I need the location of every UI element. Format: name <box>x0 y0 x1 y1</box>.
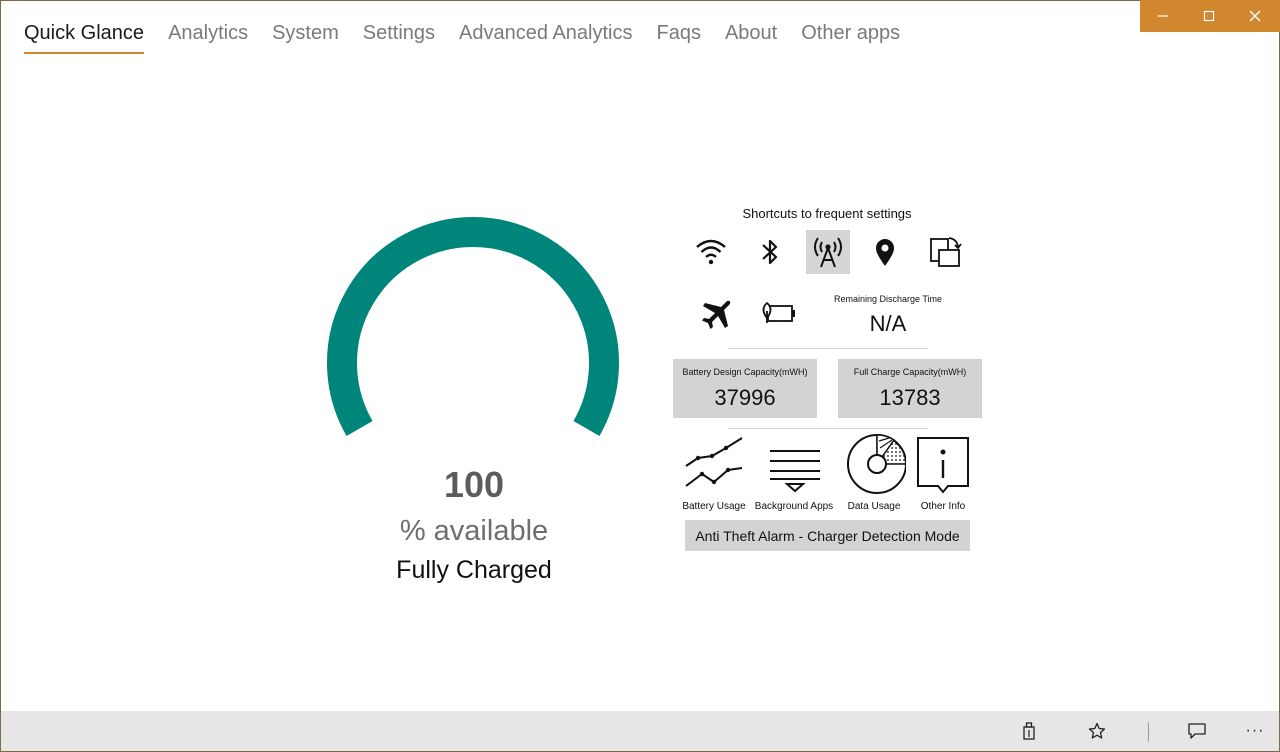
divider <box>728 428 928 429</box>
line-graph-icon <box>685 437 743 487</box>
battery-gauge-arc <box>327 217 619 436</box>
minimize-icon[interactable] <box>1140 0 1186 32</box>
feedback-icon[interactable] <box>1177 711 1217 751</box>
background-apps-label: Background Apps <box>754 501 834 512</box>
shortcuts-title: Shortcuts to frequent settings <box>742 206 912 221</box>
full-charge-capacity-label: Full Charge Capacity(mWH) <box>853 367 967 377</box>
info-icon <box>917 437 969 494</box>
list-icon <box>770 450 820 493</box>
battery-saver-icon[interactable] <box>755 292 799 336</box>
tab-advanced-analytics[interactable]: Advanced Analytics <box>459 22 632 54</box>
maximize-icon[interactable] <box>1186 0 1232 32</box>
rotation-lock-icon[interactable] <box>923 230 967 274</box>
favorite-star-icon[interactable] <box>1077 711 1117 751</box>
window-frame <box>0 0 1280 752</box>
app-bar-separator <box>1148 722 1149 742</box>
tab-settings[interactable]: Settings <box>363 22 435 54</box>
battery-percent-label: % available <box>399 515 549 547</box>
tab-about[interactable]: About <box>725 22 777 54</box>
other-info-label: Other Info <box>920 501 966 512</box>
close-icon[interactable] <box>1232 0 1278 32</box>
airplane-mode-icon[interactable] <box>695 292 739 336</box>
cellular-antenna-icon[interactable] <box>806 230 850 274</box>
wifi-icon[interactable] <box>689 230 733 274</box>
design-capacity-box: Battery Design Capacity(mWH) 37996 <box>673 359 817 418</box>
divider <box>728 348 928 349</box>
tab-other-apps[interactable]: Other apps <box>801 22 900 54</box>
design-capacity-value: 37996 <box>714 385 776 410</box>
tab-analytics[interactable]: Analytics <box>168 22 248 54</box>
remaining-discharge-label: Remaining Discharge Time <box>833 294 943 304</box>
main-nav: Quick Glance Analytics System Settings A… <box>24 22 924 54</box>
design-capacity-label: Battery Design Capacity(mWH) <box>682 367 808 377</box>
bluetooth-icon[interactable] <box>748 230 792 274</box>
full-charge-capacity-box: Full Charge Capacity(mWH) 13783 <box>838 359 982 418</box>
pin-icon[interactable] <box>1009 711 1049 751</box>
battery-status: Fully Charged <box>396 556 552 584</box>
app-bar: ··· <box>1 711 1279 751</box>
battery-percent-value: 100 <box>443 464 505 505</box>
title-bar-buttons <box>1140 0 1280 32</box>
other-info-button[interactable]: Other Info <box>907 434 979 512</box>
remaining-discharge-value: N/A <box>869 311 907 336</box>
more-icon[interactable]: ··· <box>1235 711 1275 751</box>
full-charge-capacity-value: 13783 <box>879 385 941 410</box>
pie-chart-icon <box>847 434 906 494</box>
data-usage-button[interactable]: Data Usage <box>838 434 910 512</box>
tab-quick-glance[interactable]: Quick Glance <box>24 22 145 54</box>
tab-system[interactable]: System <box>272 22 339 54</box>
tab-faqs[interactable]: Faqs <box>656 22 700 54</box>
battery-usage-button[interactable]: Battery Usage <box>678 434 750 512</box>
anti-theft-alarm-button[interactable]: Anti Theft Alarm - Charger Detection Mod… <box>685 520 970 551</box>
location-icon[interactable] <box>863 230 907 274</box>
battery-usage-label: Battery Usage <box>682 501 746 512</box>
background-apps-button[interactable]: Background Apps <box>755 434 833 512</box>
